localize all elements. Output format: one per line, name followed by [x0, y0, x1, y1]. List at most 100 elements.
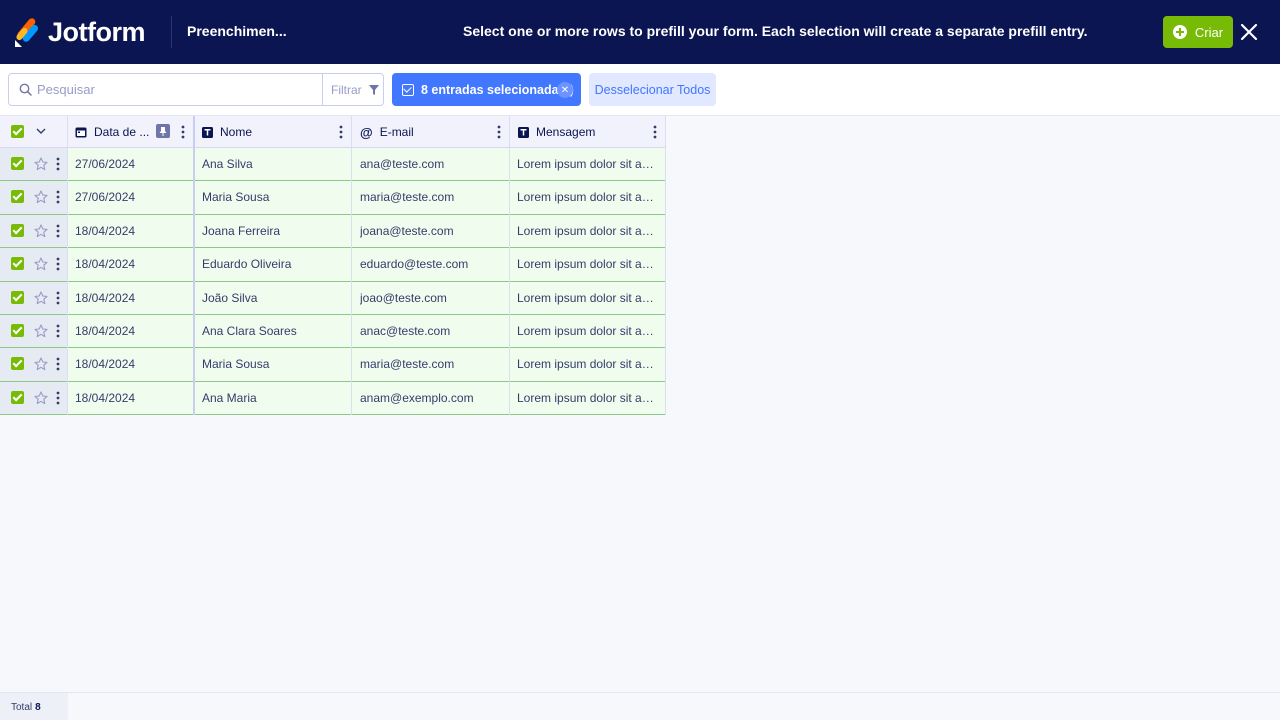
column-menu-icon[interactable] [653, 125, 657, 139]
row-menu-icon[interactable] [56, 224, 60, 238]
calendar-icon [75, 127, 87, 138]
table-row[interactable]: 18/04/2024 Joana Ferreira joana@teste.com L… [0, 214, 666, 249]
row-checkbox[interactable] [11, 390, 24, 404]
toolbar: Filtrar 8 entradas selecionada(s) ✕ Dess… [0, 64, 1280, 116]
cell-message: Lorem ipsum dolor sit ame... [517, 257, 660, 272]
row-menu-icon[interactable] [56, 391, 60, 405]
create-button-label: Criar [1194, 24, 1224, 40]
cell-name: Maria Sousa [202, 190, 270, 205]
search-input[interactable] [37, 74, 322, 105]
row-menu-icon[interactable] [56, 257, 60, 271]
search-box: Filtrar [8, 73, 384, 106]
clear-selection-icon[interactable]: ✕ [557, 82, 573, 98]
close-icon[interactable] [1239, 22, 1259, 42]
cell-name: João Silva [202, 290, 258, 305]
star-icon[interactable] [34, 157, 48, 171]
table-row[interactable]: 18/04/2024 Ana Maria anam@exemplo.com Lorem… [0, 381, 666, 416]
cell-message: Lorem ipsum dolor sit ame... [517, 323, 660, 338]
filter-label: Filtrar [331, 82, 362, 97]
cell-date: 18/04/2024 [75, 257, 136, 272]
cell-message: Lorem ipsum dolor sit ame... [517, 390, 660, 405]
column-header-name[interactable]: Nome [194, 116, 352, 148]
table-row[interactable]: 27/06/2024 Ana Silva ana@teste.com Lorem ip… [0, 148, 666, 182]
row-menu-icon[interactable] [56, 324, 60, 338]
row-menu-icon[interactable] [56, 291, 60, 305]
cell-email: maria@teste.com [360, 190, 455, 205]
row-checkbox[interactable] [11, 157, 24, 170]
column-header-email[interactable]: @ E-mail [352, 116, 510, 148]
plus-circle-icon [1172, 25, 1187, 39]
select-all-checkbox[interactable] [11, 125, 24, 138]
row-menu-icon[interactable] [56, 357, 60, 371]
cell-email: joana@teste.com [360, 223, 454, 238]
app-header: Jotform Preenchimen... Select one or mor… [0, 0, 1280, 64]
star-icon[interactable] [34, 357, 48, 371]
pin-icon[interactable] [156, 124, 170, 138]
table-row[interactable]: 18/04/2024 Maria Sousa maria@teste.com Lore… [0, 348, 666, 382]
row-checkbox[interactable] [11, 257, 24, 271]
column-header-message[interactable]: Mensagem [510, 116, 666, 148]
cell-email: maria@teste.com [360, 357, 455, 372]
row-menu-icon[interactable] [56, 157, 60, 171]
chevron-down-icon[interactable] [36, 127, 46, 135]
cell-name: Ana Clara Soares [202, 323, 297, 338]
cell-date: 18/04/2024 [75, 323, 136, 338]
row-checkbox[interactable] [11, 323, 24, 337]
column-label: Data de ... [94, 125, 150, 139]
star-icon[interactable] [34, 291, 48, 305]
total-value: 8 [35, 701, 41, 713]
column-menu-icon[interactable] [339, 125, 343, 139]
column-header-date[interactable]: Data de ... [67, 116, 194, 148]
cell-name: Maria Sousa [202, 357, 270, 372]
jotform-logo[interactable]: Jotform [14, 17, 146, 48]
column-divider [67, 116, 68, 415]
cell-date: 27/06/2024 [75, 157, 136, 171]
cell-email: joao@teste.com [360, 290, 447, 305]
search-icon [19, 83, 32, 96]
cell-message: Lorem ipsum dolor sit ame... [517, 357, 660, 372]
deselect-all-button[interactable]: Desselecionar Todos [589, 73, 716, 106]
header-instructions: Select one or more rows to prefill your … [463, 23, 1088, 39]
form-title: Preenchimen... [187, 23, 287, 39]
star-icon[interactable] [34, 257, 48, 271]
selected-entries-label: 8 entradas selecionada(s) [421, 82, 574, 97]
star-icon[interactable] [34, 391, 48, 405]
table-row[interactable]: 18/04/2024 Eduardo Oliveira eduardo@teste.… [0, 248, 666, 282]
cell-email: ana@teste.com [360, 157, 445, 171]
column-label: E-mail [379, 125, 414, 139]
selected-entries-chip[interactable]: 8 entradas selecionada(s) ✕ [392, 73, 581, 106]
row-checkbox[interactable] [11, 290, 24, 304]
table-row[interactable]: 18/04/2024 Ana Clara Soares anac@teste.com… [0, 314, 666, 349]
column-menu-icon[interactable] [497, 125, 501, 139]
column-divider [351, 116, 352, 415]
cell-message: Lorem ipsum dolor sit ame... [517, 190, 660, 205]
row-checkbox[interactable] [11, 190, 24, 204]
column-label: Mensagem [536, 125, 596, 139]
row-checkbox[interactable] [11, 357, 24, 371]
column-menu-icon[interactable] [181, 125, 185, 139]
cell-date: 18/04/2024 [75, 357, 136, 372]
row-menu-icon[interactable] [56, 190, 60, 204]
star-icon[interactable] [34, 190, 48, 204]
at-icon: @ [360, 124, 373, 140]
total-count: Total 8 [0, 693, 68, 720]
star-icon[interactable] [34, 224, 48, 238]
filter-button[interactable]: Filtrar [322, 74, 384, 105]
table-header: Data de ... Nome @ E-mail Mensagem [0, 116, 666, 148]
star-icon[interactable] [34, 324, 48, 338]
column-divider [665, 116, 666, 415]
filter-icon [368, 84, 379, 95]
row-checkbox[interactable] [11, 223, 24, 237]
cell-name: Ana Maria [202, 390, 257, 405]
cell-date: 18/04/2024 [75, 390, 136, 405]
text-type-icon [518, 126, 529, 138]
table-row[interactable]: 27/06/2024 Maria Sousa maria@teste.com Lore… [0, 181, 666, 215]
cell-name: Ana Silva [202, 157, 253, 171]
frozen-column-divider[interactable] [193, 116, 195, 415]
cell-message: Lorem ipsum dolor sit ame... [517, 157, 660, 171]
table-row[interactable]: 18/04/2024 João Silva joao@teste.com Lorem … [0, 281, 666, 315]
create-button[interactable]: Criar [1163, 16, 1233, 48]
cell-date: 27/06/2024 [75, 190, 136, 205]
table-footer: Total 8 [0, 692, 1280, 720]
jotform-logo-icon [15, 17, 39, 47]
